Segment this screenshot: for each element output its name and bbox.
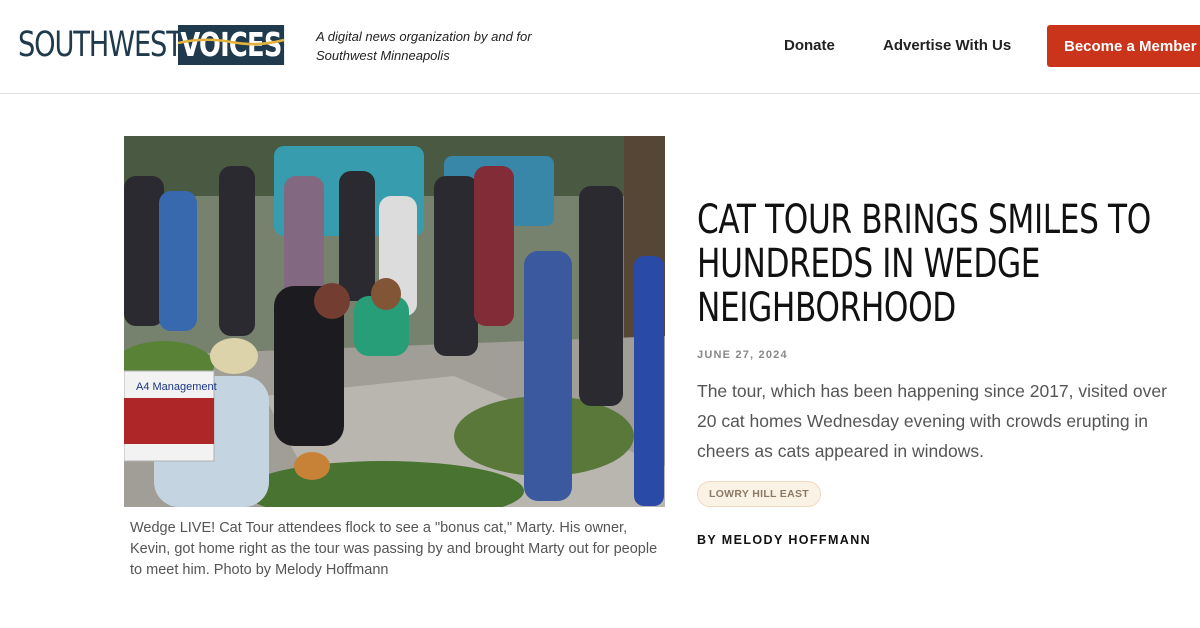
neighborhood-tag[interactable]: LOWRY HILL EAST (697, 481, 821, 507)
cat-tour-photo-illustration: A4 Management (124, 136, 665, 507)
site-tagline: A digital news organization by and for S… (316, 29, 532, 63)
article-photo[interactable]: A4 Management (124, 136, 665, 507)
logo-word-voices: VOICES (178, 25, 284, 65)
article-excerpt: The tour, which has been happening since… (697, 381, 1167, 461)
nav-advertise-link[interactable]: Advertise With Us (883, 37, 1011, 54)
site-header: SOUTHWEST VOICES A digital news organiza… (0, 0, 1200, 94)
nav-donate-link[interactable]: Donate (784, 37, 835, 54)
become-member-button[interactable]: Become a Member (1047, 25, 1200, 67)
article-headline[interactable]: CAT TOUR BRINGS SMILES TO HUNDREDS IN WE… (697, 198, 1165, 330)
article-byline[interactable]: BY MELODY HOFFMANN (697, 533, 871, 547)
site-logo[interactable]: SOUTHWEST VOICES (18, 24, 314, 66)
photo-caption: Wedge LIVE! Cat Tour attendees flock to … (130, 520, 658, 578)
logo-word-southwest: SOUTHWEST (18, 25, 183, 65)
article-date: JUNE 27, 2024 (697, 349, 788, 361)
logo-swoosh-icon (178, 38, 284, 46)
